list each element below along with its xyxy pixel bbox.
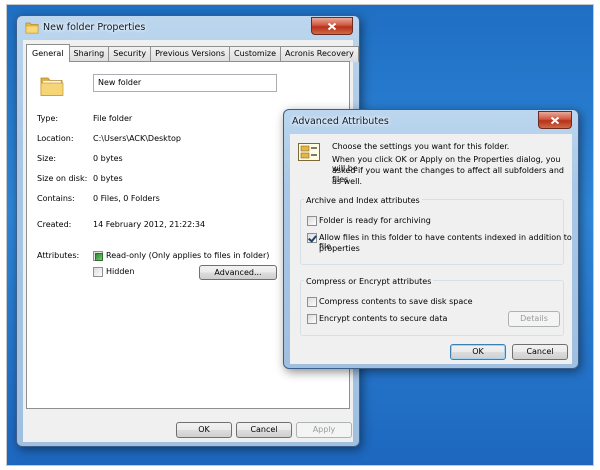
contains-value: 0 Files, 0 Folders	[93, 194, 160, 203]
intro-line-3: asked if you want the changes to affect …	[332, 166, 564, 184]
created-label: Created:	[37, 220, 72, 229]
size-on-disk-value: 0 bytes	[93, 174, 123, 183]
compress-checkbox[interactable]	[307, 297, 317, 307]
size-value: 0 bytes	[93, 154, 123, 163]
archive-group-label: Archive and Index attributes	[304, 196, 422, 205]
cancel-button[interactable]: Cancel	[236, 422, 292, 438]
type-value: File folder	[93, 114, 133, 123]
hidden-label: Hidden	[106, 267, 135, 276]
hidden-checkbox[interactable]	[93, 267, 103, 277]
archive-index-group	[300, 199, 564, 265]
details-button[interactable]: Details	[508, 311, 560, 327]
size-on-disk-label: Size on disk:	[37, 174, 88, 183]
advanced-title: Advanced Attributes	[292, 116, 389, 127]
large-folder-icon	[40, 77, 64, 96]
advanced-cancel-button[interactable]: Cancel	[512, 344, 568, 360]
attributes-label: Attributes:	[37, 251, 80, 260]
intro-line-1: Choose the settings you want for this fo…	[332, 142, 510, 151]
index-checkbox-label-line2: properties	[319, 244, 360, 253]
tab-strip: General Sharing Security Previous Versio…	[26, 44, 359, 62]
advanced-button[interactable]: Advanced...	[199, 265, 277, 280]
location-value: C:\Users\ACK\Desktop	[93, 134, 181, 143]
separator	[35, 210, 277, 211]
location-label: Location:	[37, 134, 74, 143]
advanced-close-button[interactable]	[538, 111, 572, 129]
encrypt-checkbox[interactable]	[307, 314, 317, 324]
properties-close-button[interactable]	[311, 17, 353, 35]
intro-line-4: as well.	[332, 177, 363, 186]
tab-general[interactable]: General	[26, 44, 70, 62]
close-icon	[327, 22, 337, 30]
tab-customize[interactable]: Customize	[229, 46, 282, 62]
readonly-checkbox[interactable]	[93, 251, 103, 261]
tab-previous-versions[interactable]: Previous Versions	[150, 46, 231, 62]
contains-label: Contains:	[37, 194, 75, 203]
archive-checkbox[interactable]	[307, 216, 317, 226]
properties-titlebar[interactable]: New folder Properties	[17, 16, 359, 40]
folder-icon	[25, 22, 39, 34]
tab-sharing[interactable]: Sharing	[68, 46, 110, 62]
readonly-label: Read-only (Only applies to files in fold…	[106, 251, 270, 260]
compress-group-label: Compress or Encrypt attributes	[304, 277, 434, 286]
ok-button[interactable]: OK	[176, 422, 232, 438]
size-label: Size:	[37, 154, 57, 163]
compress-checkbox-label: Compress contents to save disk space	[319, 297, 473, 306]
archive-checkbox-label: Folder is ready for archiving	[319, 216, 431, 225]
advanced-ok-button[interactable]: OK	[450, 344, 506, 360]
attributes-settings-icon	[298, 143, 320, 161]
index-checkbox[interactable]	[307, 233, 317, 243]
apply-button[interactable]: Apply	[296, 422, 352, 438]
properties-title: New folder Properties	[43, 22, 146, 33]
advanced-attributes-window: Advanced Attributes Choose the settings …	[283, 109, 579, 369]
close-icon	[550, 116, 560, 124]
folder-name-field[interactable]: New folder	[93, 74, 277, 92]
compress-encrypt-group	[300, 280, 564, 336]
created-value: 14 February 2012, 21:22:34	[93, 220, 206, 229]
tab-acronis-recovery[interactable]: Acronis Recovery	[280, 46, 359, 62]
type-label: Type:	[37, 114, 59, 123]
advanced-client: Choose the settings you want for this fo…	[290, 134, 572, 364]
advanced-titlebar[interactable]: Advanced Attributes	[284, 110, 578, 134]
separator	[35, 238, 277, 239]
separator	[35, 105, 277, 106]
encrypt-checkbox-label: Encrypt contents to secure data	[319, 314, 448, 323]
tab-security[interactable]: Security	[108, 46, 152, 62]
